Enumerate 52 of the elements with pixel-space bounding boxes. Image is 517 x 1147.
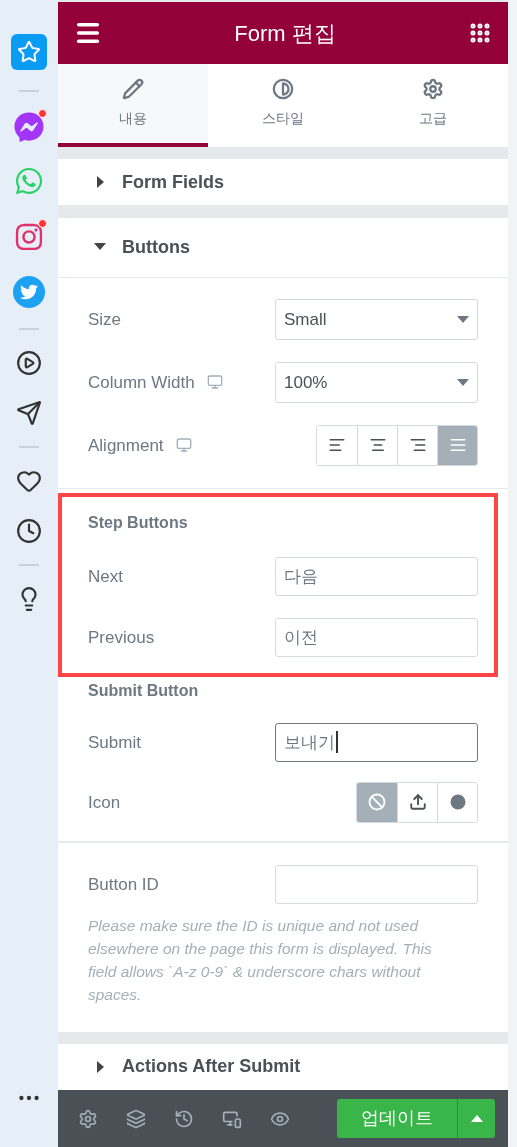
layers-icon[interactable]	[126, 1108, 146, 1129]
text-field[interactable]	[275, 864, 478, 904]
circle-icon	[448, 793, 467, 812]
section-title: Buttons	[122, 235, 190, 259]
text-field[interactable]: 이전	[275, 617, 478, 657]
contrast-icon	[272, 78, 294, 100]
heart-icon[interactable]	[16, 468, 42, 494]
section-title: Form Fields	[122, 170, 224, 194]
section-header[interactable]: Actions After Submit	[58, 1043, 508, 1090]
caret-right-icon	[96, 1060, 104, 1073]
section-title: Actions After Submit	[122, 1055, 301, 1079]
play-icon[interactable]	[16, 350, 42, 376]
caret-down-icon	[457, 378, 469, 386]
grid-icon[interactable]	[468, 21, 492, 45]
settings-icon	[422, 78, 444, 100]
field-label: Column Width	[88, 371, 195, 394]
panel-title: Form 편집	[234, 19, 336, 48]
settings-icon[interactable]	[78, 1108, 98, 1129]
caret-up-icon	[470, 1115, 483, 1122]
text-field[interactable]: 다음	[275, 556, 478, 596]
caret-down-icon	[94, 243, 106, 252]
tab[interactable]: 내용	[58, 64, 208, 147]
history-icon[interactable]	[174, 1108, 194, 1129]
send-icon[interactable]	[16, 400, 42, 426]
pencil-icon	[122, 78, 144, 100]
instagram-icon[interactable]	[14, 222, 44, 252]
section-header[interactable]: Form Fields	[58, 158, 508, 206]
text-field[interactable]: 보내기	[275, 722, 478, 762]
twitter-icon[interactable]	[13, 276, 45, 308]
monitor-icon	[206, 374, 223, 391]
monitor-icon	[175, 437, 192, 454]
field-label: Alignment	[88, 434, 164, 457]
field-label: Next	[88, 565, 123, 588]
dropdown[interactable]: Small	[275, 298, 478, 340]
icon-option[interactable]	[437, 782, 477, 822]
field-label: Size	[88, 308, 122, 331]
help-text: Please make sure the ID is unique and not used elsewhere on the page this form is displayed. This field allows `A-z 0-9` & underscore chars without spaces.	[88, 915, 433, 1005]
update-button[interactable]: 업데이트	[337, 1099, 457, 1138]
upload-icon	[408, 793, 427, 812]
caret-right-icon	[96, 176, 104, 188]
caret-down-icon	[457, 315, 469, 323]
group-title: Submit Button	[88, 680, 200, 701]
field-label: Icon	[88, 791, 121, 814]
messenger-icon[interactable]	[14, 112, 44, 142]
dropdown[interactable]: 100%	[275, 361, 478, 403]
field-label: Previous	[88, 626, 155, 649]
group-title: Step Buttons	[88, 512, 189, 533]
field-label: Button ID	[88, 873, 159, 896]
clock-icon[interactable]	[16, 518, 42, 544]
ban-icon	[368, 793, 386, 812]
field-label: Submit	[88, 731, 141, 754]
options-button[interactable]	[457, 1099, 495, 1138]
